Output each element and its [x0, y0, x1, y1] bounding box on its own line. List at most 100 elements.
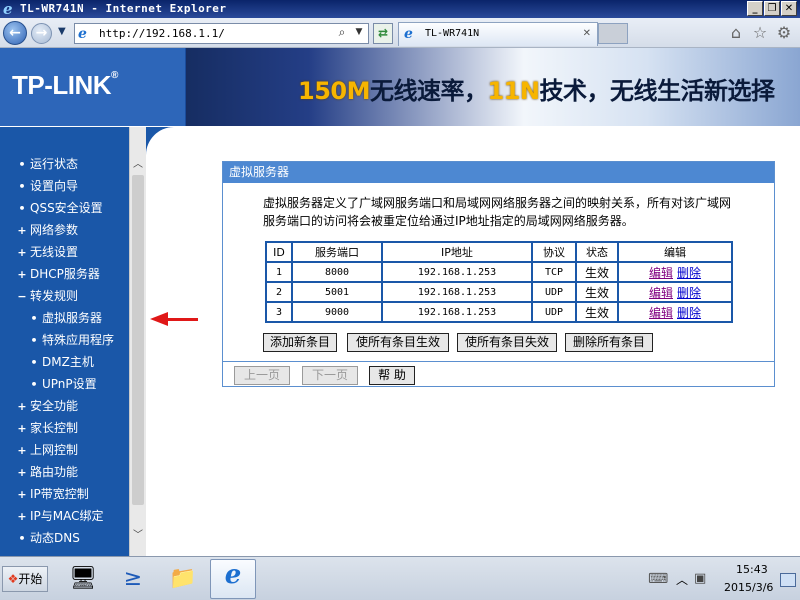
sidebar-item[interactable]: • 运行状态 [0, 153, 114, 175]
edit-link[interactable]: 编辑 [649, 306, 673, 320]
column-header-edit: 编辑 [617, 241, 733, 263]
page-header: TP-LINK® 150M无线速率，11N技术，无线生活新选择 [0, 48, 800, 126]
pagination-bar: 上一页 下一页 帮 助 [223, 362, 774, 386]
sidebar-item[interactable]: + 无线设置 [0, 241, 114, 263]
scroll-thumb[interactable] [132, 175, 144, 505]
address-url[interactable]: http://192.168.1.1/ [99, 27, 225, 40]
row-ip: 192.168.1.253 [381, 301, 533, 323]
clock-date[interactable]: 2015/3/6 [724, 581, 773, 594]
powershell-icon[interactable]: ≥ [110, 559, 156, 599]
sidebar-item[interactable]: + IP带宽控制 [0, 483, 114, 505]
table-row: 2 5001 192.168.1.253 UDP 生效 编辑 删除 [265, 281, 733, 303]
row-status: 生效 [575, 281, 619, 303]
virtual-server-table: ID 服务端口 IP地址 协议 状态 编辑 1 8000 192.168.1.253… [265, 241, 733, 323]
column-header-ip: IP地址 [381, 241, 533, 263]
next-page-button[interactable]: 下一页 [302, 366, 358, 385]
sidebar-item-label: IP带宽控制 [30, 487, 89, 501]
sidebar-item-label: 运行状态 [30, 157, 79, 171]
minimize-button[interactable]: _ [747, 1, 763, 16]
column-header-id: ID [265, 241, 293, 263]
sidebar-item-label: 虚拟服务器 [42, 311, 103, 325]
prev-page-button[interactable]: 上一页 [234, 366, 290, 385]
scroll-down-icon[interactable]: ﹀ [131, 526, 145, 541]
internet-explorer-taskbar-icon[interactable]: e [210, 559, 256, 599]
edit-link[interactable]: 编辑 [649, 286, 673, 300]
sidebar-bullet: + [17, 444, 27, 457]
add-entry-button[interactable]: 添加新条目 [263, 333, 337, 352]
settings-gear-icon[interactable]: ⚙ [775, 24, 793, 42]
sidebar-item-label: DHCP服务器 [30, 267, 100, 281]
sidebar-item[interactable]: • DMZ主机 [0, 351, 114, 373]
clock-time[interactable]: 15:43 [736, 563, 768, 576]
show-desktop-icon[interactable] [780, 573, 796, 587]
show-hidden-icons[interactable]: ︿ [676, 571, 688, 588]
search-icon[interactable]: ⌕ [334, 25, 350, 42]
sidebar-bullet: + [17, 224, 27, 237]
close-button[interactable]: ✕ [781, 1, 797, 16]
sidebar-item[interactable]: • QSS安全设置 [0, 197, 114, 219]
sidebar-item[interactable]: + 上网控制 [0, 439, 114, 461]
tp-link-logo: TP-LINK® [12, 70, 118, 100]
sidebar-bullet: + [17, 400, 27, 413]
ie-logo-icon: e [3, 0, 13, 18]
new-tab-button[interactable] [598, 23, 628, 44]
red-arrow-icon [150, 312, 198, 326]
row-protocol: TCP [531, 261, 577, 283]
table-row: 3 9000 192.168.1.253 UDP 生效 编辑 删除 [265, 301, 733, 323]
start-button[interactable]: ❖开始 [2, 566, 48, 592]
edit-link[interactable]: 编辑 [649, 266, 673, 280]
scroll-up-icon[interactable]: ︿ [131, 155, 145, 170]
server-manager-icon[interactable]: 🖥 [60, 559, 106, 599]
delete-link[interactable]: 删除 [677, 266, 701, 280]
forward-button[interactable]: → [31, 23, 52, 44]
delete-all-button[interactable]: 删除所有条目 [565, 333, 653, 352]
sidebar-bullet: • [18, 532, 26, 545]
browser-tab[interactable]: e TL-WR741N ✕ [398, 22, 598, 46]
sidebar-item[interactable]: • 虚拟服务器 [0, 307, 114, 329]
sidebar-bullet: • [30, 334, 38, 347]
delete-link[interactable]: 删除 [677, 306, 701, 320]
tab-close-icon[interactable]: ✕ [583, 28, 591, 39]
favorites-star-icon[interactable]: ☆ [751, 24, 769, 42]
compatibility-refresh-button[interactable]: ⇄ [373, 23, 393, 44]
system-tray: ⌨ ︿ ▣ 15:43 2015/3/6 [640, 559, 800, 599]
back-button[interactable]: ← [3, 21, 27, 45]
sidebar-item[interactable]: + 路由功能 [0, 461, 114, 483]
keyboard-icon[interactable]: ⌨ [648, 571, 668, 587]
sidebar-item[interactable]: • 动态DNS [0, 527, 114, 549]
sidebar-item[interactable]: • 设置向导 [0, 175, 114, 197]
home-icon[interactable]: ⌂ [727, 24, 745, 42]
tab-page-icon: e [404, 26, 413, 42]
sidebar-item[interactable]: + 安全功能 [0, 395, 114, 417]
row-actions: 编辑 删除 [617, 261, 733, 283]
sidebar-item[interactable]: + 家长控制 [0, 417, 114, 439]
row-actions: 编辑 删除 [617, 281, 733, 303]
address-dropdown-icon[interactable]: ▼ [352, 27, 366, 41]
panel-title: 虚拟服务器 [223, 162, 774, 183]
sidebar-item-label: 路由功能 [30, 465, 79, 479]
row-protocol: UDP [531, 301, 577, 323]
sidebar-bullet: • [30, 356, 38, 369]
sidebar-item[interactable]: + 网络参数 [0, 219, 114, 241]
sidebar-menu: • 运行状态 • 设置向导 • QSS安全设置 + 网络参数 + 无线设置 + DHCP服务器 − 转发规… [0, 127, 129, 556]
enable-all-button[interactable]: 使所有条目生效 [347, 333, 449, 352]
row-ip: 192.168.1.253 [381, 261, 533, 283]
maximize-button[interactable]: ❐ [764, 1, 780, 16]
sidebar-scrollbar[interactable]: ︿ ﹀ [129, 127, 146, 556]
sidebar-item-label: 特殊应用程序 [42, 333, 115, 347]
delete-link[interactable]: 删除 [677, 286, 701, 300]
sidebar-item[interactable]: − 转发规则 [0, 285, 114, 307]
history-dropdown-icon[interactable]: ▼ [58, 26, 66, 37]
address-bar[interactable]: e http://192.168.1.1/ ⌕ ▼ [74, 23, 369, 44]
sidebar-item-label: 设置向导 [30, 179, 79, 193]
explorer-folder-icon[interactable]: 📁 [160, 559, 206, 599]
sidebar-item[interactable]: + DHCP服务器 [0, 263, 114, 285]
sidebar-item[interactable]: + IP与MAC绑定 [0, 505, 114, 527]
disable-all-button[interactable]: 使所有条目失效 [457, 333, 557, 352]
sidebar-item[interactable]: • 特殊应用程序 [0, 329, 114, 351]
help-button[interactable]: 帮 助 [369, 366, 415, 385]
sidebar-item-label: 家长控制 [30, 421, 79, 435]
network-icon[interactable]: ▣ [694, 571, 706, 586]
row-port: 5001 [291, 281, 383, 303]
sidebar-item[interactable]: • UPnP设置 [0, 373, 114, 395]
